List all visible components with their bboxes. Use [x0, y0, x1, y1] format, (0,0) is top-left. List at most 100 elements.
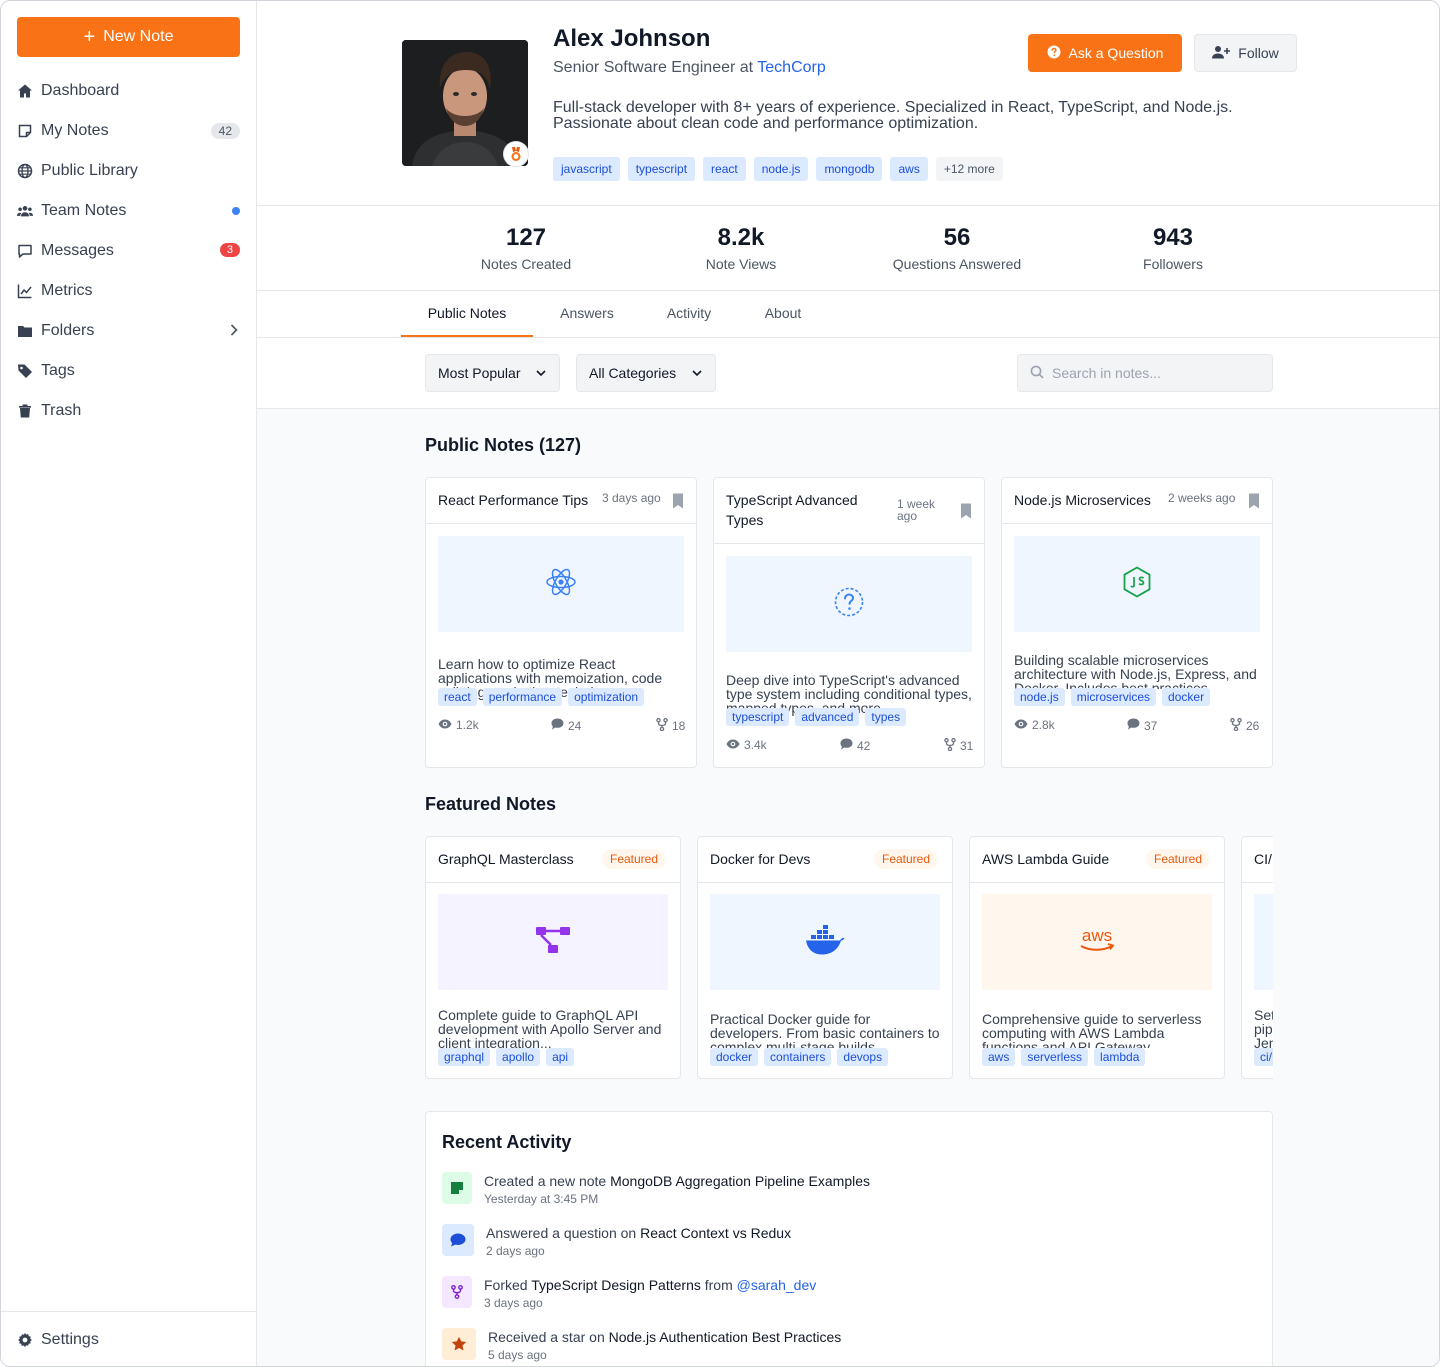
- activity-subject[interactable]: Node.js Authentication Best Practices: [609, 1329, 842, 1345]
- featured-card[interactable]: GraphQL Masterclass Featured Complete gu…: [425, 836, 681, 1079]
- note-card[interactable]: Node.js Microservices 2 weeks ago Buildi…: [1001, 477, 1273, 768]
- comments-metric: 37: [1127, 718, 1157, 733]
- card-tag[interactable]: react: [438, 688, 477, 706]
- profile-stats: 127 Notes Created 8.2k Note Views 56 Que…: [257, 206, 1439, 291]
- card-metrics: 2.8k 37 26: [1014, 717, 1260, 734]
- card-description: Set pip Jen: [1254, 1008, 1273, 1048]
- card-tag[interactable]: ci/: [1254, 1048, 1273, 1066]
- card-tag[interactable]: apollo: [496, 1048, 541, 1066]
- featured-card[interactable]: Docker for Devs Featured Practical Docke…: [697, 836, 953, 1079]
- card-tag[interactable]: lambda: [1094, 1048, 1146, 1066]
- sidebar-item-dashboard[interactable]: Dashboard: [1, 71, 257, 111]
- eye-icon: [726, 738, 740, 752]
- globe-icon: [17, 163, 33, 179]
- bookmark-icon[interactable]: [1248, 493, 1260, 514]
- card-tag[interactable]: serverless: [1021, 1048, 1089, 1066]
- fork-icon: [442, 1276, 472, 1308]
- sidebar-item-folders[interactable]: Folders: [1, 311, 257, 351]
- sidebar: + New Note Dashboard My Notes 42 Public …: [1, 1, 257, 1366]
- card-tag[interactable]: performance: [482, 688, 563, 706]
- sidebar-item-my-notes[interactable]: My Notes 42: [1, 111, 257, 151]
- star-icon: [442, 1328, 476, 1360]
- card-tag[interactable]: graphql: [438, 1048, 491, 1066]
- skill-tag[interactable]: node.js: [753, 157, 809, 181]
- tab-public-notes[interactable]: Public Notes: [401, 291, 533, 337]
- sort-select[interactable]: Most Popular: [425, 354, 560, 392]
- card-tag[interactable]: docker: [710, 1048, 759, 1066]
- card-tag[interactable]: optimization: [568, 688, 645, 706]
- activity-subject[interactable]: TypeScript Design Patterns: [531, 1277, 701, 1293]
- profile-tabs: Public Notes Answers Activity About: [257, 291, 1439, 338]
- stat-value: 8.2k: [717, 224, 765, 251]
- sidebar-nav: Dashboard My Notes 42 Public Library Tea…: [1, 71, 257, 431]
- activity-time: Yesterday at 3:45 PM: [484, 1192, 599, 1206]
- user-link[interactable]: @sarah_dev: [737, 1277, 817, 1293]
- sidebar-item-settings[interactable]: Settings: [1, 1311, 257, 1366]
- skill-tag[interactable]: typescript: [627, 157, 696, 181]
- more-tags-button[interactable]: +12 more: [935, 157, 1003, 181]
- comment-icon: [840, 738, 853, 753]
- note-card[interactable]: React Performance Tips 3 days ago Learn …: [425, 477, 697, 768]
- company-link[interactable]: TechCorp: [757, 59, 825, 76]
- eye-icon: [438, 718, 452, 732]
- bookmark-icon[interactable]: [960, 503, 972, 524]
- tab-answers[interactable]: Answers: [539, 291, 635, 337]
- note-add-icon: [442, 1172, 472, 1204]
- skill-tag[interactable]: mongodb: [816, 157, 883, 181]
- card-thumbnail: [1254, 894, 1273, 990]
- activity-subject[interactable]: MongoDB Aggregation Pipeline Examples: [610, 1173, 870, 1189]
- main-content: Alex Johnson Senior Software Engineer at…: [257, 1, 1439, 1366]
- card-tag[interactable]: advanced: [795, 708, 860, 726]
- card-time: 2 weeks ago: [1168, 491, 1236, 505]
- card-tag[interactable]: microservices: [1070, 688, 1157, 706]
- featured-badge: Featured: [1146, 849, 1211, 869]
- skill-tag[interactable]: javascript: [553, 157, 620, 181]
- card-tag[interactable]: aws: [982, 1048, 1016, 1066]
- filter-bar: Most Popular All Categories: [257, 338, 1439, 409]
- tab-about[interactable]: About: [747, 291, 819, 337]
- sidebar-item-trash[interactable]: Trash: [1, 391, 257, 431]
- card-tag[interactable]: typescript: [726, 708, 790, 726]
- card-header: CI/: [1242, 837, 1273, 883]
- category-select[interactable]: All Categories: [576, 354, 716, 392]
- chart-line-icon: [17, 283, 33, 299]
- card-tag[interactable]: devops: [837, 1048, 889, 1066]
- featured-card[interactable]: AWS Lambda Guide Featured aws Comprehens…: [969, 836, 1225, 1079]
- bookmark-icon[interactable]: [672, 493, 684, 514]
- follow-button[interactable]: Follow: [1194, 34, 1297, 72]
- sidebar-item-metrics[interactable]: Metrics: [1, 271, 257, 311]
- app-window: + New Note Dashboard My Notes 42 Public …: [0, 0, 1440, 1367]
- activity-time: 2 days ago: [486, 1244, 545, 1258]
- card-tag[interactable]: api: [546, 1048, 575, 1066]
- stat-label: Questions Answered: [892, 256, 1022, 272]
- card-tag[interactable]: types: [865, 708, 907, 726]
- sidebar-item-public-library[interactable]: Public Library: [1, 151, 257, 191]
- card-tag[interactable]: containers: [764, 1048, 832, 1066]
- sort-value: Most Popular: [438, 365, 521, 381]
- sidebar-item-tags[interactable]: Tags: [1, 351, 257, 391]
- fork-icon: [656, 717, 668, 734]
- unread-dot: [232, 207, 240, 215]
- search-input[interactable]: [1052, 355, 1262, 391]
- new-note-button[interactable]: + New Note: [17, 17, 240, 57]
- ask-question-button[interactable]: Ask a Question: [1028, 34, 1182, 72]
- sidebar-item-messages[interactable]: Messages 3: [1, 231, 257, 271]
- card-tags: ci/: [1254, 1048, 1273, 1066]
- card-tag[interactable]: node.js: [1014, 688, 1065, 706]
- public-notes-heading: Public Notes (127): [425, 435, 582, 455]
- card-tags: aws serverless lambda: [982, 1048, 1146, 1066]
- comment-icon: [442, 1224, 474, 1256]
- featured-card[interactable]: CI/ Set pip Jen ci/: [1241, 836, 1273, 1079]
- card-header: TypeScript Advanced Types 1 week ago: [714, 478, 984, 544]
- note-card[interactable]: TypeScript Advanced Types 1 week ago Dee…: [713, 477, 985, 768]
- activity-subject[interactable]: React Context vs Redux: [640, 1225, 791, 1241]
- card-tag[interactable]: docker: [1162, 688, 1211, 706]
- skill-tag[interactable]: react: [703, 157, 746, 181]
- skill-tag[interactable]: aws: [890, 157, 928, 181]
- user-plus-icon: [1212, 45, 1231, 62]
- tab-activity[interactable]: Activity: [649, 291, 729, 337]
- sidebar-item-team-notes[interactable]: Team Notes: [1, 191, 257, 231]
- activity-text: Received a star on Node.js Authenticatio…: [488, 1328, 841, 1346]
- card-thumbnail: [438, 536, 684, 632]
- comments-count: 37: [1144, 718, 1158, 733]
